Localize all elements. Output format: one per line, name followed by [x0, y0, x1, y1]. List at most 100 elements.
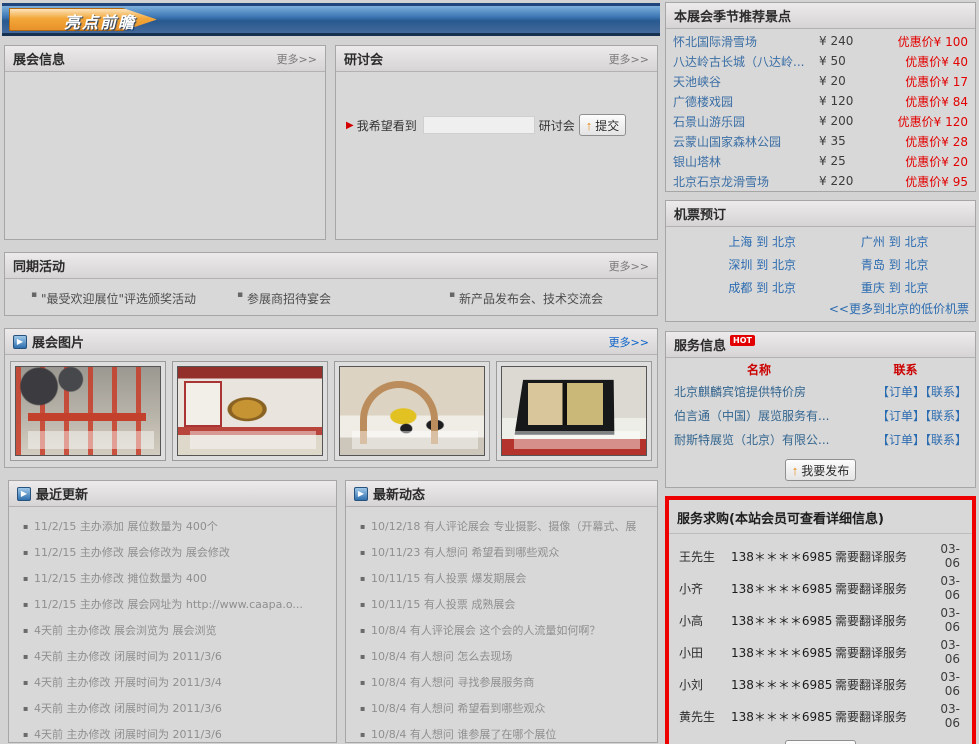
update-item[interactable]: 4天前 主办修改 开展时间为 2011/3/4	[23, 670, 330, 696]
seminar-panel: 研讨会 更多>> ▶ 我希望看到 研讨会 ↑ 提交	[335, 45, 658, 240]
attraction-row: 八达岭古长城（八达岭... ¥ 50 优惠价¥ 40	[666, 51, 975, 71]
services-publish-button[interactable]: ↑ 我要发布	[785, 459, 857, 481]
contact-link[interactable]: 【联系】	[925, 385, 967, 399]
news-item[interactable]: 10/8/4 有人想问 寻找参展服务商	[360, 670, 651, 696]
attraction-price: ¥ 35	[819, 134, 881, 148]
photo-frame[interactable]	[334, 361, 490, 461]
photo-frame[interactable]	[10, 361, 166, 461]
service-name-link[interactable]: 伯言通（中国）展览服务有...	[674, 407, 846, 424]
news-item[interactable]: 10/8/4 有人想问 希望看到哪些观众	[360, 696, 651, 722]
update-item[interactable]: 11/2/15 主办修改 摊位数量为 400	[23, 566, 330, 592]
flight-link[interactable]: 青岛 到 北京	[829, 254, 962, 277]
recent-updates-list: 11/2/15 主办添加 展位数量为 400个 11/2/15 主办修改 展会修…	[9, 507, 336, 744]
order-link[interactable]: 【订单】	[877, 409, 925, 423]
news-item[interactable]: 10/11/15 有人投票 爆发期展会	[360, 566, 651, 592]
watermark-strip	[190, 431, 317, 449]
attraction-link[interactable]: 广德楼戏园	[673, 93, 819, 110]
photos-more-link[interactable]: 更多>>	[609, 334, 649, 350]
service-links: 【订单】【联系】	[846, 431, 967, 448]
attraction-discount: 优惠价¥ 28	[881, 133, 968, 150]
update-item[interactable]: 11/2/15 主办修改 展会修改为 展会修改	[23, 540, 330, 566]
seminar-prompt-label: 我希望看到	[357, 117, 417, 134]
update-item[interactable]: 4天前 主办修改 闭展时间为 2011/3/6	[23, 696, 330, 722]
flight-link[interactable]: 广州 到 北京	[829, 231, 962, 254]
requests-publish-button[interactable]: ↑ 我要发布	[785, 740, 857, 744]
attraction-discount: 优惠价¥ 40	[881, 53, 968, 70]
flight-link[interactable]: 成都 到 北京	[696, 277, 829, 300]
news-item[interactable]: 10/8/4 有人想问 怎么去现场	[360, 644, 651, 670]
exhibition-photo-dragon	[177, 366, 323, 456]
news-item[interactable]: 10/11/15 有人投票 成熟展会	[360, 592, 651, 618]
bottom-panels-row: ▶ 最近更新 11/2/15 主办添加 展位数量为 400个 11/2/15 主…	[8, 480, 658, 743]
requester-phone: 138＊＊＊＊6985	[731, 580, 835, 597]
up-arrow-icon: ↑	[586, 118, 593, 133]
services-col-contact: 联系	[844, 361, 967, 378]
flights-more-link[interactable]: <<更多到北京的低价机票	[666, 300, 975, 321]
update-item[interactable]: 4天前 主办修改 闭展时间为 2011/3/6	[23, 722, 330, 744]
attraction-link[interactable]: 云蒙山国家森林公园	[673, 133, 819, 150]
update-item[interactable]: 4天前 主办修改 展会浏览为 展会浏览	[23, 618, 330, 644]
services-publish-wrap: ↑ 我要发布	[666, 459, 975, 481]
contact-link[interactable]: 【联系】	[925, 433, 967, 447]
seminar-more-link[interactable]: 更多>>	[609, 51, 649, 67]
requester-phone: 138＊＊＊＊6985	[731, 548, 835, 565]
seminar-submit-label: 提交	[595, 117, 619, 134]
flight-link[interactable]: 重庆 到 北京	[829, 277, 962, 300]
seminar-title: 研讨会	[344, 49, 383, 68]
attractions-list: 怀北国际滑雪场 ¥ 240 优惠价¥ 100 八达岭古长城（八达岭... ¥ 5…	[666, 29, 975, 191]
order-link[interactable]: 【订单】	[877, 385, 925, 399]
activities-more-link[interactable]: 更多>>	[609, 258, 649, 274]
news-item[interactable]: 10/12/18 有人评论展会 专业摄影、摄像（开幕式、展	[360, 514, 651, 540]
update-item[interactable]: 11/2/15 主办添加 展位数量为 400个	[23, 514, 330, 540]
order-link[interactable]: 【订单】	[877, 433, 925, 447]
attractions-panel: 本展会季节推荐景点 怀北国际滑雪场 ¥ 240 优惠价¥ 100 八达岭古长城（…	[665, 2, 976, 192]
request-row: 小高 138＊＊＊＊6985 需要翻译服务 03-06	[669, 604, 972, 636]
exhibition-info-more-link[interactable]: 更多>>	[277, 51, 317, 67]
activity-item[interactable]: 新产品发布会、技术交流会	[449, 290, 603, 307]
attraction-link[interactable]: 石景山游乐园	[673, 113, 819, 130]
photos-header: ▶ 展会图片 更多>>	[5, 329, 657, 355]
service-name-link[interactable]: 耐斯特展览（北京）有限公...	[674, 431, 846, 448]
activities-panel: 同期活动 更多>> "最受欢迎展位"评选颁奖活动 参展商招待宴会 新产品发布会、…	[4, 252, 658, 316]
flight-link[interactable]: 上海 到 北京	[696, 231, 829, 254]
service-name-link[interactable]: 北京麒麟宾馆提供特价房	[674, 383, 846, 400]
photo-frame[interactable]	[496, 361, 652, 461]
watermark-strip	[28, 431, 155, 449]
news-item[interactable]: 10/8/4 有人评论展会 这个会的人流量如何啊？	[360, 618, 651, 644]
flights-grid: 上海 到 北京 广州 到 北京 深圳 到 北京 青岛 到 北京 成都 到 北京 …	[666, 227, 975, 300]
activity-item[interactable]: 参展商招待宴会	[237, 290, 449, 307]
attraction-discount: 优惠价¥ 95	[881, 173, 968, 190]
attraction-link[interactable]: 怀北国际滑雪场	[673, 33, 819, 50]
attraction-row: 怀北国际滑雪场 ¥ 240 优惠价¥ 100	[666, 31, 975, 51]
activity-item[interactable]: "最受欢迎展位"评选颁奖活动	[31, 290, 237, 307]
seminar-header: 研讨会 更多>>	[336, 46, 657, 72]
news-item[interactable]: 10/8/4 有人想问 谁参展了在哪个展位	[360, 722, 651, 744]
exhibition-info-title: 展会信息	[13, 49, 65, 68]
services-col-name: 名称	[674, 361, 844, 378]
service-requests-list: 王先生 138＊＊＊＊6985 需要翻译服务 03-06 小齐 138＊＊＊＊6…	[669, 534, 972, 732]
contact-link[interactable]: 【联系】	[925, 409, 967, 423]
banner-title: 亮点前瞻	[64, 9, 136, 33]
services-column-headers: 名称 联系	[666, 358, 975, 379]
service-links: 【订单】【联系】	[846, 383, 967, 400]
seminar-submit-button[interactable]: ↑ 提交	[579, 114, 627, 136]
photo-frame[interactable]	[172, 361, 328, 461]
flight-link[interactable]: 深圳 到 北京	[696, 254, 829, 277]
request-row: 黄先生 138＊＊＊＊6985 需要翻译服务 03-06	[669, 700, 972, 732]
requester-name: 小齐	[679, 580, 731, 597]
attraction-link[interactable]: 天池峡谷	[673, 73, 819, 90]
news-item[interactable]: 10/11/23 有人想问 希望看到哪些观众	[360, 540, 651, 566]
attraction-link[interactable]: 银山塔林	[673, 153, 819, 170]
services-publish-label: 我要发布	[801, 462, 849, 479]
service-row: 北京麒麟宾馆提供特价房 【订单】【联系】	[666, 379, 975, 403]
hot-badge: HOT	[730, 335, 755, 346]
request-date: 03-06	[931, 670, 962, 698]
request-row: 小刘 138＊＊＊＊6985 需要翻译服务 03-06	[669, 668, 972, 700]
update-item[interactable]: 4天前 主办修改 闭展时间为 2011/3/6	[23, 644, 330, 670]
update-item[interactable]: 11/2/15 主办修改 展会网址为 http://www.caapa.o...	[23, 592, 330, 618]
attraction-link[interactable]: 北京石京龙滑雪场	[673, 173, 819, 190]
seminar-topic-input[interactable]	[423, 116, 535, 134]
attraction-discount: 优惠价¥ 84	[881, 93, 968, 110]
latest-news-title: 最新动态	[373, 484, 425, 503]
attraction-link[interactable]: 八达岭古长城（八达岭...	[673, 53, 819, 70]
